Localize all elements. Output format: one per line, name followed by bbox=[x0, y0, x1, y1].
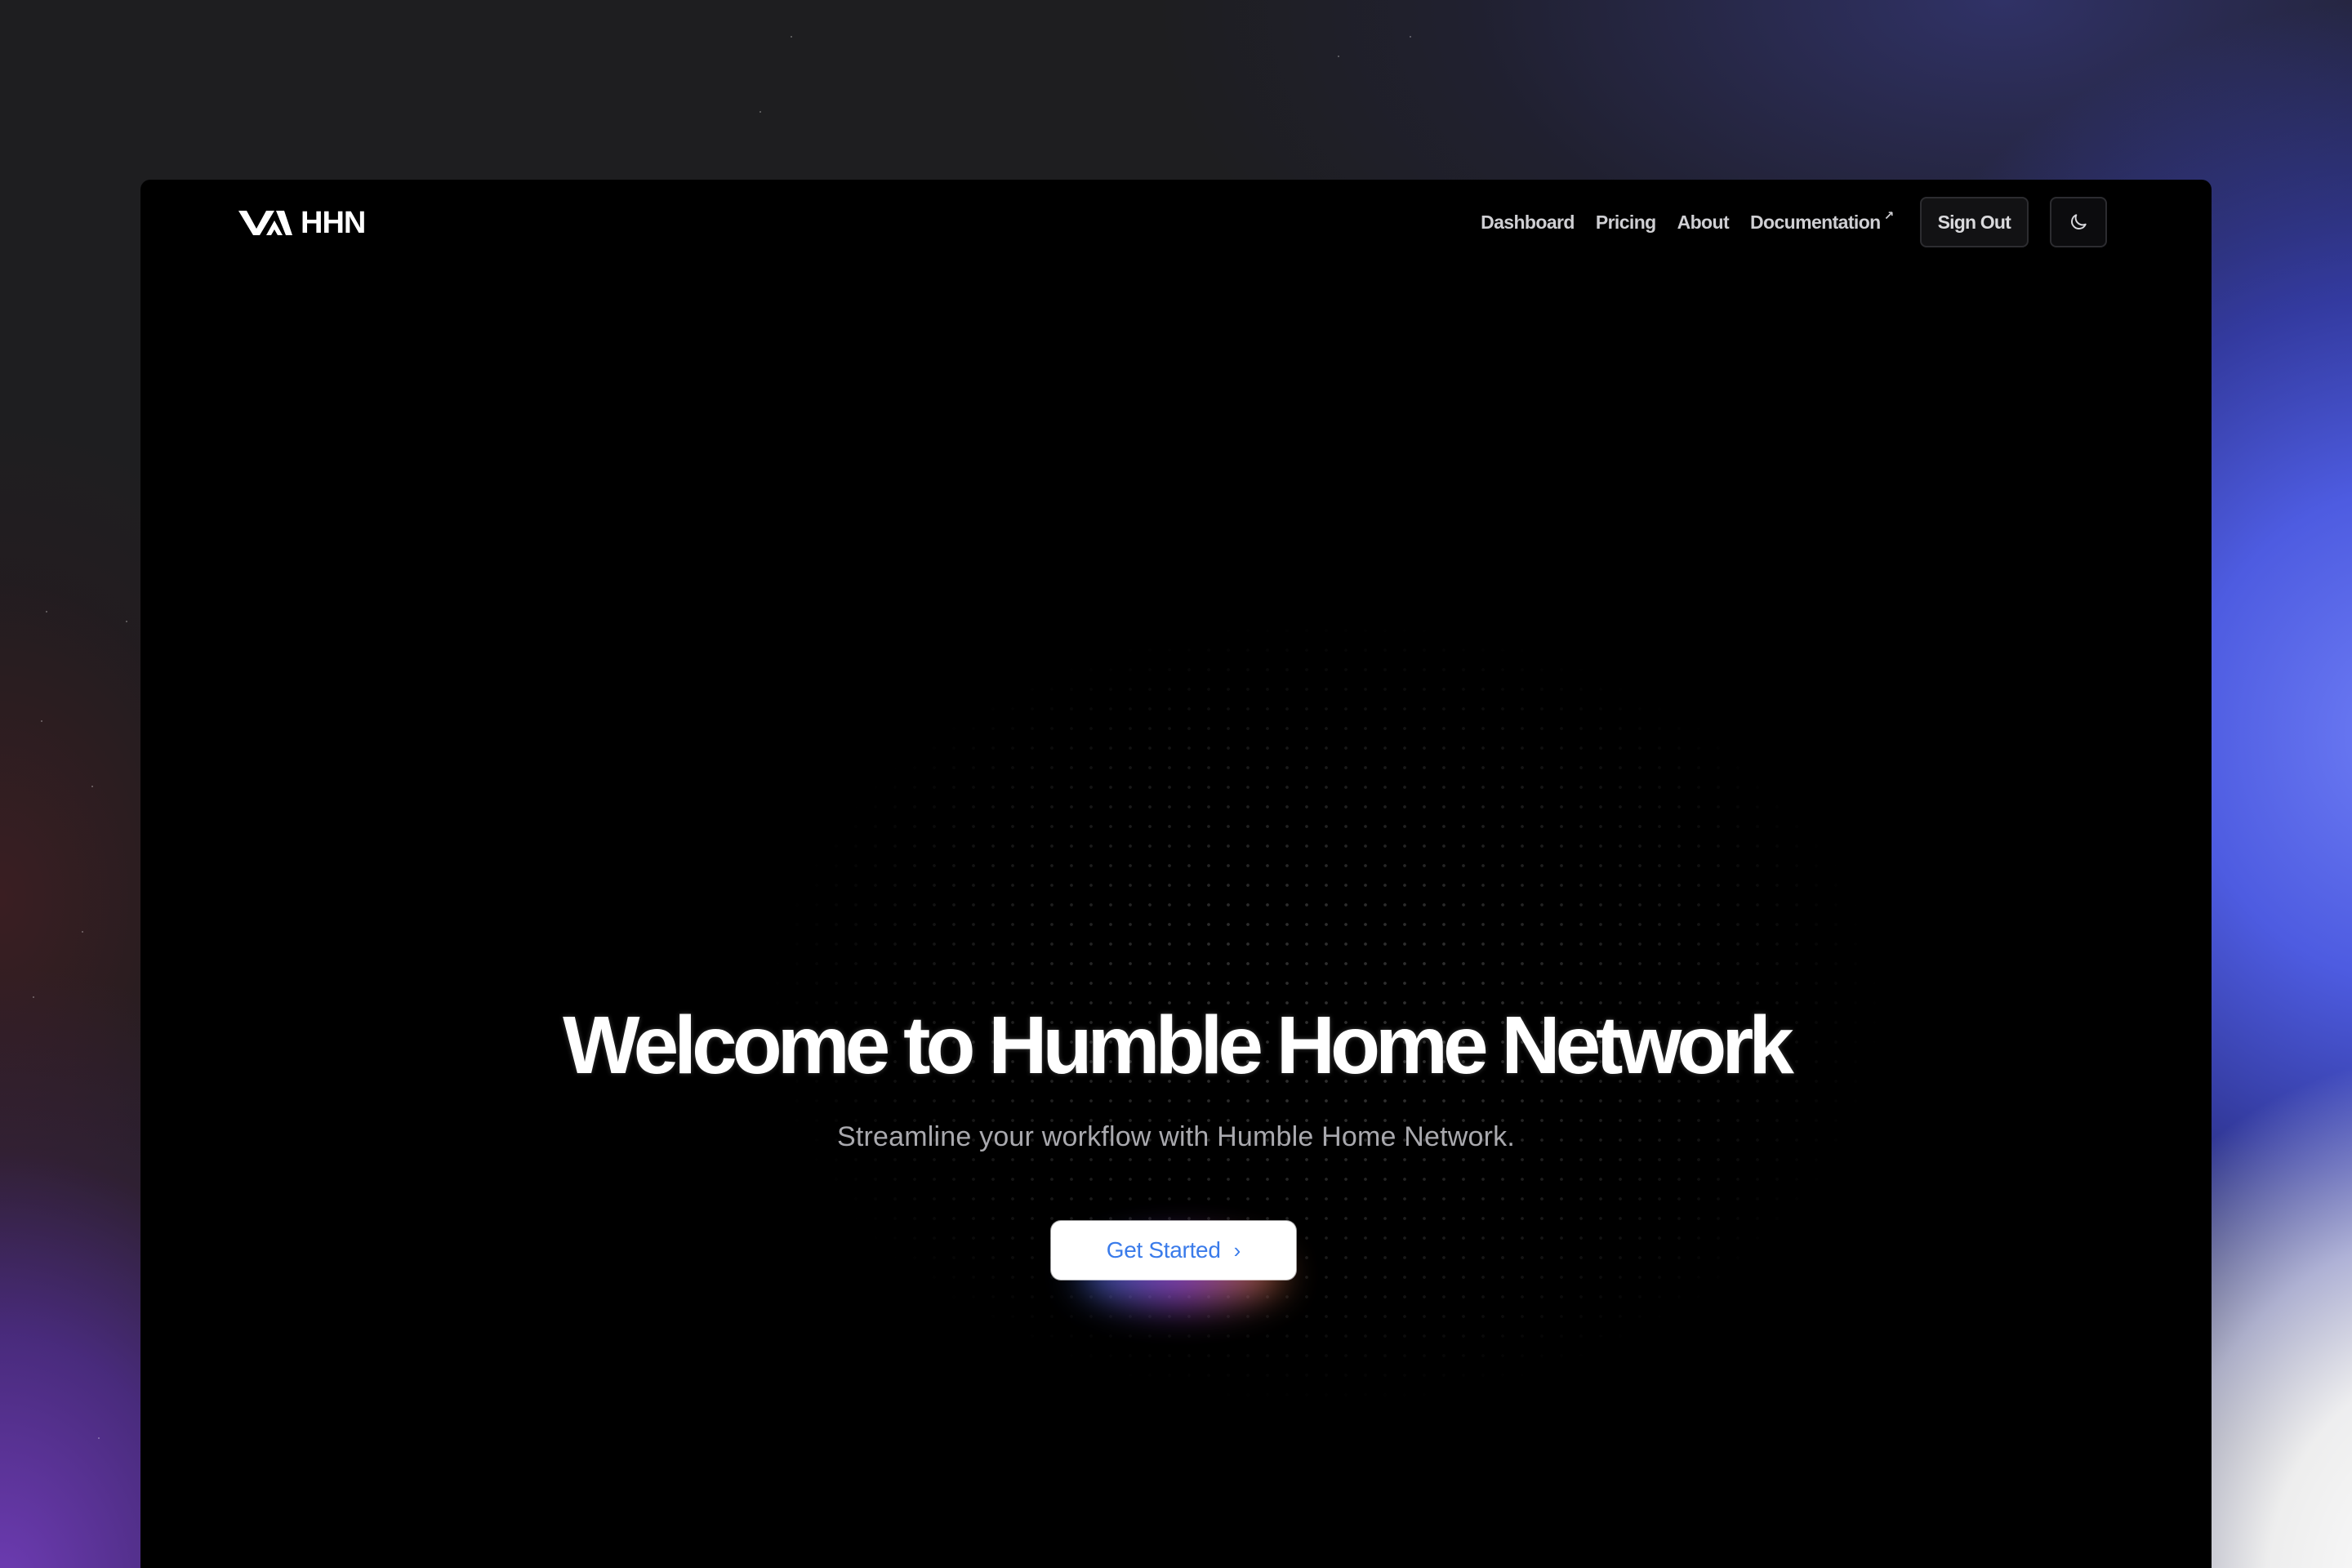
chevron-right-icon: › bbox=[1233, 1237, 1241, 1263]
background-star bbox=[41, 720, 42, 722]
background-star bbox=[91, 786, 93, 787]
brand-name: HHN bbox=[301, 205, 366, 240]
theme-toggle-button[interactable] bbox=[2050, 197, 2107, 247]
background-star bbox=[791, 36, 792, 38]
nav-link-pricing[interactable]: Pricing bbox=[1596, 212, 1656, 234]
get-started-label: Get Started bbox=[1106, 1237, 1221, 1263]
background-star bbox=[126, 621, 127, 622]
nav-links: Dashboard Pricing About Documentation ↗ … bbox=[1481, 197, 2107, 247]
brand-logo[interactable]: HHN bbox=[238, 204, 366, 242]
nav-link-documentation-label: Documentation bbox=[1750, 211, 1881, 233]
hero-subtitle: Streamline your workflow with Humble Hom… bbox=[836, 1121, 1516, 1152]
arrow-up-right-icon: ↗ bbox=[1883, 208, 1895, 223]
get-started-button[interactable]: Get Started › bbox=[1051, 1221, 1296, 1280]
background-star bbox=[1410, 36, 1411, 38]
background-star bbox=[1338, 56, 1339, 57]
nav-link-about[interactable]: About bbox=[1677, 212, 1730, 234]
background-star bbox=[760, 111, 761, 113]
nav-link-documentation[interactable]: Documentation ↗ bbox=[1750, 209, 1894, 234]
moon-icon bbox=[2071, 214, 2087, 229]
background-star bbox=[98, 1437, 100, 1439]
background-star bbox=[46, 611, 47, 612]
top-navigation: HHN Dashboard Pricing About Documentatio… bbox=[140, 180, 2212, 265]
browser-window: HHN Dashboard Pricing About Documentatio… bbox=[140, 180, 2212, 1568]
hero-title: Welcome to Humble Home Network bbox=[563, 1000, 1794, 1091]
hhn-logo-icon bbox=[238, 211, 292, 235]
sign-out-button[interactable]: Sign Out bbox=[1919, 197, 2029, 247]
nav-link-dashboard[interactable]: Dashboard bbox=[1481, 212, 1575, 234]
background-star bbox=[82, 931, 83, 933]
background-star bbox=[33, 996, 34, 998]
